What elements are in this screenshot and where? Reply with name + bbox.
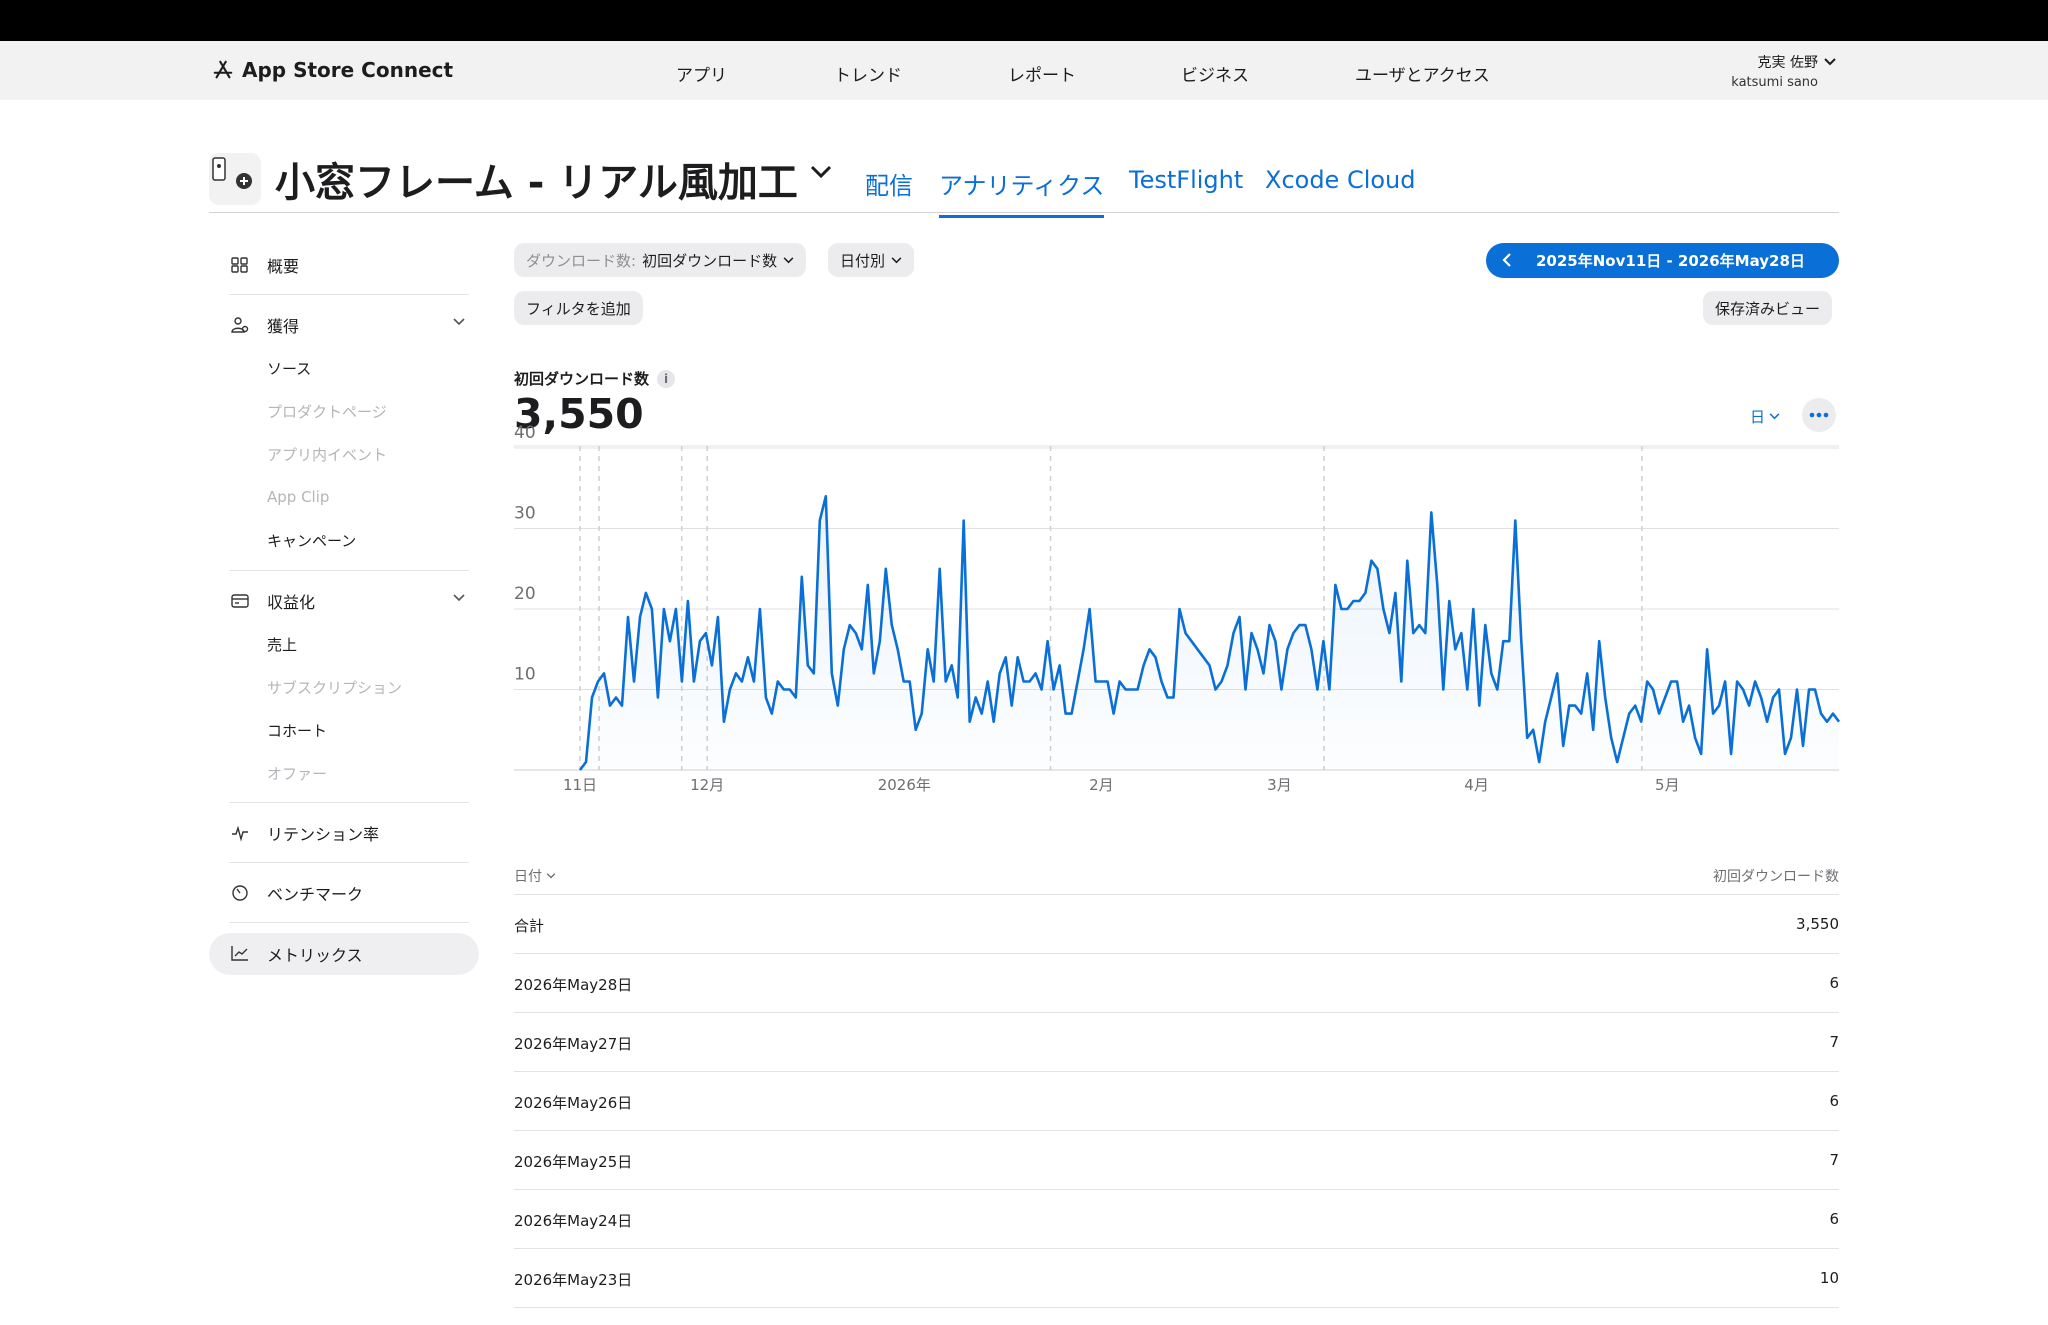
table-row: 2026年May23日 10 xyxy=(514,1249,1839,1308)
sidebar-item-label: メトリックス xyxy=(267,946,363,965)
x-tick-label: 3月 xyxy=(1267,776,1292,794)
row-date: 2026年May28日 xyxy=(514,976,633,994)
value-column-header: 初回ダウンロード数 xyxy=(1713,869,1839,885)
row-value: 10 xyxy=(1819,1269,1839,1287)
sidebar-divider xyxy=(229,862,469,863)
activity-pulse-icon xyxy=(232,825,248,842)
table-row: 2026年May25日 7 xyxy=(514,1131,1839,1190)
row-date: 2026年May25日 xyxy=(514,1153,633,1171)
row-value: 6 xyxy=(1829,974,1839,992)
sidebar-item-metrics[interactable]: メトリックス xyxy=(209,933,479,975)
table-row: 2026年May28日 6 xyxy=(514,954,1839,1013)
row-value: 7 xyxy=(1829,1033,1839,1051)
table-row: 2026年May26日 6 xyxy=(514,1072,1839,1131)
table-row: 2026年May24日 6 xyxy=(514,1190,1839,1249)
row-date: 2026年May26日 xyxy=(514,1094,633,1112)
x-tick-label: 2月 xyxy=(1089,776,1114,794)
sidebar-item-label: リテンション率 xyxy=(267,825,380,844)
y-tick-label: 20 xyxy=(514,584,536,604)
series-area xyxy=(580,496,1839,770)
chevron-down-icon xyxy=(546,873,556,879)
row-date: 2026年May23日 xyxy=(514,1271,633,1289)
x-tick-label: 5月 xyxy=(1655,776,1680,794)
sidebar-item-benchmarks[interactable]: ベンチマーク xyxy=(209,873,479,913)
row-date: 2026年May24日 xyxy=(514,1212,633,1230)
x-tick-label: 11日 xyxy=(563,776,597,794)
x-tick-label: 2026年 xyxy=(878,776,931,794)
gauge-icon xyxy=(232,885,248,901)
date-column-label: 日付 xyxy=(514,869,542,885)
row-value: 6 xyxy=(1829,1092,1839,1110)
x-tick-label: 4月 xyxy=(1464,776,1489,794)
table-row-total: 合計 3,550 xyxy=(514,895,1839,954)
x-tick-label: 12月 xyxy=(690,776,724,794)
table-row: 2026年May27日 7 xyxy=(514,1013,1839,1072)
line-chart-icon xyxy=(231,946,248,961)
downloads-chart: 10 20 30 40 11日 12月 2026年 2月 3月 4月 5月 xyxy=(514,423,1841,794)
sidebar-divider xyxy=(229,922,469,923)
date-column-header[interactable]: 日付 xyxy=(514,866,556,886)
row-date: 2026年May27日 xyxy=(514,1035,633,1053)
row-value: 6 xyxy=(1829,1210,1839,1228)
sidebar-item-label: ベンチマーク xyxy=(267,885,364,904)
y-tick-label: 10 xyxy=(514,665,536,685)
y-tick-label: 30 xyxy=(514,504,536,524)
row-value: 3,550 xyxy=(1796,915,1839,933)
table-header: 日付 初回ダウンロード数 xyxy=(514,858,1839,895)
y-tick-label: 40 xyxy=(514,423,536,443)
row-date: 合計 xyxy=(514,917,545,935)
row-value: 7 xyxy=(1829,1151,1839,1169)
